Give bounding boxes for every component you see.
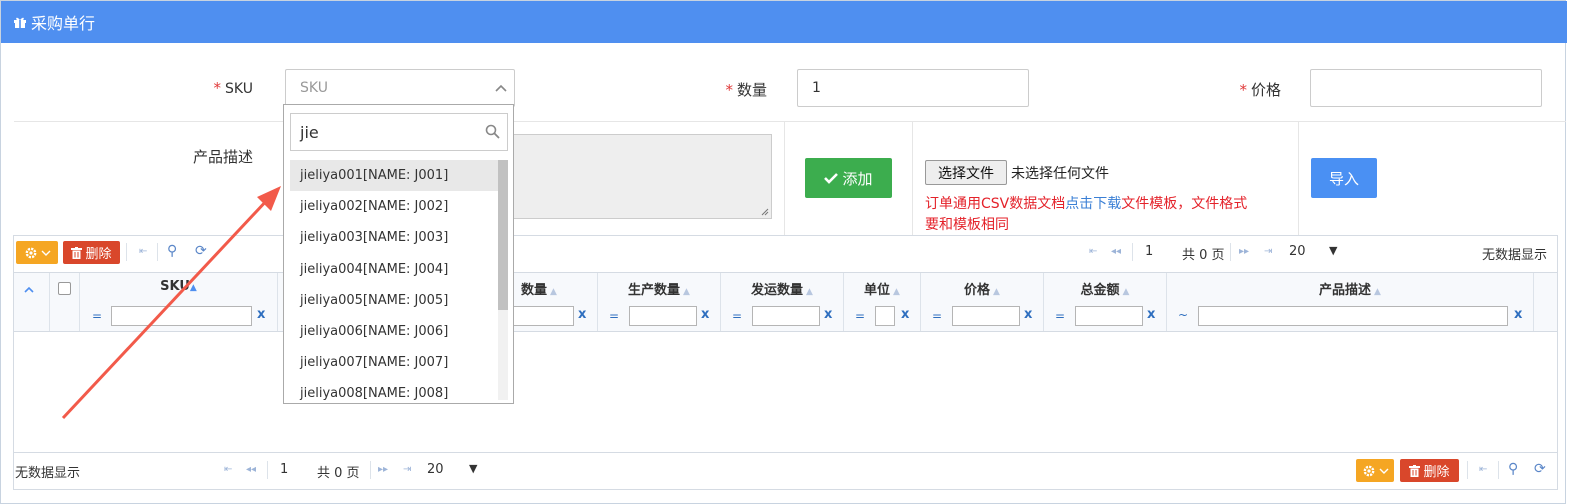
panel-header: 采购单行 — [1, 1, 1567, 43]
last-page-icon[interactable]: ⇥ — [403, 464, 411, 475]
chevron-down-icon — [41, 250, 50, 256]
quantity-label: * 数量 — [725, 81, 767, 99]
download-template-link[interactable]: 点击下载 — [1065, 196, 1121, 212]
file-status: 未选择任何文件 — [1011, 166, 1109, 182]
clear-filter-icon[interactable]: x — [1024, 307, 1032, 322]
ship-qty-filter-input[interactable] — [752, 306, 820, 326]
clear-filter-icon[interactable]: x — [1147, 307, 1155, 322]
gear-icon — [25, 247, 36, 258]
page-total: 共 0 页 — [1182, 248, 1225, 263]
settings-dropdown-button[interactable] — [16, 241, 58, 264]
col-divider — [912, 122, 913, 235]
prev-page-icon[interactable]: ◂◂ — [1111, 246, 1121, 257]
row-divider — [14, 121, 1566, 122]
caret-down-icon[interactable]: ▼ — [469, 462, 477, 475]
no-data-text-bottom: 无数据显示 — [15, 466, 81, 481]
column-header-price[interactable]: 价格 ▲ — [921, 279, 1043, 298]
dropdown-scrollbar[interactable] — [498, 160, 508, 400]
page-total-bottom: 共 0 页 — [317, 466, 360, 481]
price-input[interactable] — [1310, 69, 1542, 107]
import-button[interactable]: 导入 — [1311, 158, 1377, 198]
add-button[interactable]: 添加 — [805, 158, 892, 198]
description-textarea[interactable] — [509, 134, 772, 219]
clear-filter-icon[interactable]: x — [701, 307, 709, 322]
choose-file-button[interactable]: 选择文件 — [925, 160, 1007, 185]
clear-filter-icon[interactable]: x — [578, 307, 586, 322]
annotation-arrow-icon — [61, 186, 281, 420]
first-page-icon[interactable]: ⇤ — [224, 464, 232, 475]
collapse-icon[interactable] — [24, 286, 34, 293]
price-label: * 价格 — [1239, 81, 1281, 99]
col-divider — [784, 122, 785, 235]
dropdown-option[interactable]: jieliya003[NAME: J003] — [290, 222, 498, 253]
refresh-icon[interactable]: ⟳ — [1534, 461, 1546, 477]
check-icon — [824, 173, 839, 184]
dropdown-option[interactable]: jieliya002[NAME: J002] — [290, 191, 498, 222]
chevron-up-icon — [495, 84, 507, 92]
gear-icon — [1363, 465, 1374, 476]
page-size-select-bottom[interactable]: 20 — [427, 462, 444, 477]
dropdown-option[interactable]: jieliya004[NAME: J004] — [290, 254, 498, 285]
caret-down-icon[interactable]: ▼ — [1329, 244, 1337, 257]
resize-handle-icon — [761, 208, 769, 216]
clear-filter-icon[interactable]: x — [1514, 307, 1522, 322]
description-label: 产品描述 — [192, 148, 253, 166]
clear-filter-icon[interactable]: x — [824, 307, 832, 322]
csv-notice: 订单通用CSV数据文档点击下载文件模板，文件格式 要和模板相同 — [925, 196, 1248, 233]
sku-label: * SKU — [213, 79, 253, 97]
next-page-icon[interactable]: ▸▸ — [1239, 246, 1249, 257]
sku-dropdown: jie jieliya001[NAME: J001] jieliya002[NA… — [283, 104, 514, 404]
settings-dropdown-button-bottom[interactable] — [1356, 459, 1394, 482]
column-header-ship-qty[interactable]: 发运数量 ▲ — [721, 279, 843, 298]
panel-title: 采购单行 — [31, 14, 96, 33]
dropdown-option[interactable]: jieliya007[NAME: J007] — [290, 347, 498, 378]
first-page-icon[interactable]: ⇤ — [1479, 464, 1487, 475]
sku-search-input[interactable]: jie — [290, 113, 508, 151]
quantity-input[interactable]: 1 — [797, 69, 1029, 107]
dropdown-option[interactable]: jieliya008[NAME: J008] — [290, 378, 498, 400]
prod-qty-filter-input[interactable] — [629, 306, 697, 326]
description-filter-input[interactable] — [1198, 306, 1508, 326]
page-size-select[interactable]: 20 — [1289, 244, 1306, 259]
dropdown-option[interactable]: jieliya005[NAME: J005] — [290, 285, 498, 316]
prev-page-icon[interactable]: ◂◂ — [246, 464, 256, 475]
column-header-total[interactable]: 总金额 ▲ — [1044, 279, 1166, 298]
trash-icon — [1409, 464, 1421, 477]
col-divider — [1298, 122, 1299, 235]
dropdown-option[interactable]: jieliya006[NAME: J006] — [290, 316, 498, 347]
unit-filter-input[interactable] — [875, 306, 895, 326]
total-filter-input[interactable] — [1075, 306, 1143, 326]
chevron-down-icon — [1379, 468, 1388, 474]
delete-button-bottom[interactable]: 删除 — [1400, 459, 1459, 482]
first-page-icon[interactable]: ⇤ — [1089, 246, 1097, 257]
next-page-icon[interactable]: ▸▸ — [378, 464, 388, 475]
no-data-text: 无数据显示 — [1482, 248, 1548, 263]
dropdown-option[interactable]: jieliya001[NAME: J001] — [290, 160, 498, 191]
search-icon — [485, 124, 500, 139]
page-number-input-bottom[interactable]: 1 — [280, 462, 288, 477]
column-header-unit[interactable]: 单位 ▲ — [844, 279, 920, 298]
page-number-input[interactable]: 1 — [1145, 244, 1153, 259]
scrollbar-thumb[interactable] — [498, 160, 508, 310]
column-header-description[interactable]: 产品描述 ▲ — [1167, 279, 1533, 298]
sku-select[interactable]: SKU — [285, 69, 515, 107]
last-page-icon[interactable]: ⇥ — [1264, 246, 1272, 257]
grid-footer: 无数据显示 ⇤ ◂◂ 1 共 0 页 ▸▸ ⇥ 20 ▼ 删除 ⇤ ⚲ ⟳ — [14, 452, 1557, 489]
column-header-prod-qty[interactable]: 生产数量 ▲ — [598, 279, 720, 298]
search-icon[interactable]: ⚲ — [1508, 461, 1518, 477]
gift-icon — [14, 17, 26, 28]
price-filter-input[interactable] — [952, 306, 1020, 326]
clear-filter-icon[interactable]: x — [901, 307, 909, 322]
